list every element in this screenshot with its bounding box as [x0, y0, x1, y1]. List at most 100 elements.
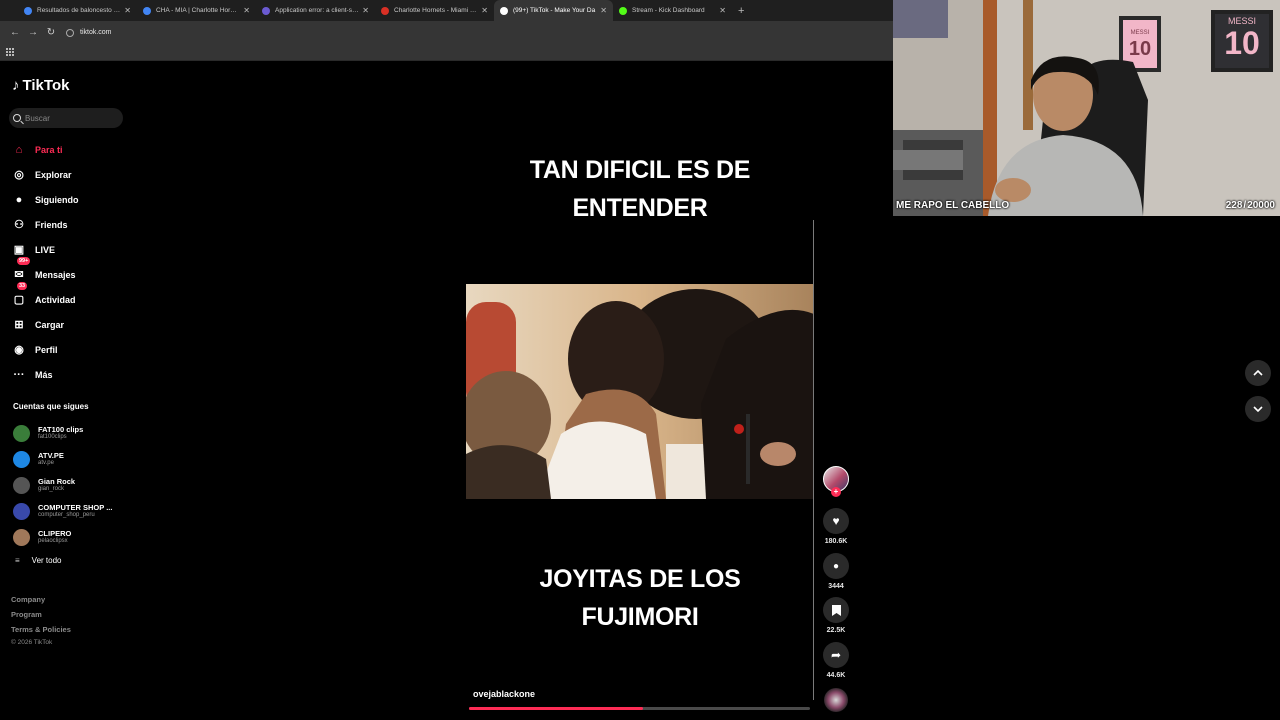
bookmarks-bar — [0, 44, 893, 61]
browser-tab[interactable]: Stream - Kick Dashboard ✕ — [613, 0, 732, 21]
like-button[interactable]: ♥ — [823, 508, 849, 534]
tab-close-icon[interactable]: ✕ — [719, 6, 726, 15]
tab-close-icon[interactable]: ✕ — [600, 6, 607, 15]
footer-company-link[interactable]: Company — [11, 592, 71, 607]
tiktok-logo[interactable]: ♪ TikTok — [12, 77, 69, 94]
account-name: Gian Rock — [38, 477, 76, 486]
goal-separator: / — [1243, 200, 1247, 211]
nav-item[interactable]: ◎ Explorar — [12, 162, 79, 187]
video-player[interactable]: TAN DIFICIL ES DE ENTENDER JOYITAS DE LO… — [466, 150, 814, 720]
heart-icon: ♥ — [832, 514, 840, 528]
tab-close-icon[interactable]: ✕ — [481, 6, 488, 15]
video-frame — [466, 284, 814, 499]
tab-close-icon[interactable]: ✕ — [362, 6, 369, 15]
share-button[interactable]: ➦ — [823, 642, 849, 668]
follow-plus-icon[interactable]: + — [831, 487, 841, 497]
see-all-link[interactable]: ≡ Ver todo — [15, 556, 61, 565]
bookmark-icon — [831, 604, 841, 616]
copyright: © 2026 TikTok — [11, 639, 53, 646]
search-input[interactable] — [25, 113, 115, 123]
apps-grid-icon[interactable] — [6, 48, 14, 56]
video-caption-bottom: JOYITAS DE LOS FUJIMORI — [466, 560, 814, 636]
sound-disc[interactable] — [824, 688, 848, 712]
save-button[interactable] — [823, 597, 849, 623]
video-progress-bar[interactable] — [469, 707, 810, 710]
more-icon: ··· — [13, 368, 25, 381]
stream-title-overlay: ME RAPO EL CABELLO — [896, 200, 1010, 211]
browser-tab[interactable]: Application error: a client-side ✕ — [256, 0, 375, 21]
forward-icon[interactable]: → — [24, 27, 42, 38]
caption-line: ENTENDER — [572, 194, 708, 222]
nav-item[interactable]: ▢ 33 Actividad — [12, 282, 79, 312]
tab-close-icon[interactable]: ✕ — [243, 6, 250, 15]
comment-icon: ● — [832, 560, 840, 572]
caption-line: TAN DIFICIL ES DE — [529, 156, 751, 184]
caption-line: FUJIMORI — [581, 603, 699, 631]
logo-text: TikTok — [22, 77, 70, 94]
footer-program-link[interactable]: Program — [11, 607, 71, 622]
following-account[interactable]: Gian Rock gian_rock — [13, 472, 112, 498]
browser-tab[interactable]: Resultados de baloncesto en vi ✕ — [18, 0, 137, 21]
following-account[interactable]: COMPUTER SHOP ... computer_shop_peru — [13, 498, 112, 524]
list-icon: ≡ — [15, 556, 20, 565]
nav-item-label: Actividad — [35, 294, 76, 305]
account-text: FAT100 clips fat100clips — [38, 425, 83, 441]
like-count: 180.6K — [824, 538, 848, 545]
nav-item[interactable]: ⚇ Friends — [12, 212, 79, 237]
nav-item-label: Cargar — [35, 319, 65, 330]
reload-icon[interactable]: ↻ — [42, 27, 60, 38]
goal-total: 20000 — [1247, 200, 1275, 211]
back-icon[interactable]: ← — [6, 27, 24, 38]
messages-icon: ✉ — [14, 269, 24, 281]
browser-tab[interactable]: Charlotte Hornets - Miami Hea ✕ — [375, 0, 494, 21]
browser-tab[interactable]: CHA - MIA | Charlotte Hornets ✕ — [137, 0, 256, 21]
following-account[interactable]: CLIPERO pelaoclipsx — [13, 524, 112, 550]
webcam-overlay: MESSI 10 MESSI 10 ME RAPO EL CABELLO 228… — [893, 0, 1280, 216]
following-account[interactable]: FAT100 clips fat100clips — [13, 420, 112, 446]
save-action: 22.5K — [822, 597, 850, 634]
main-nav: ⌂ Para ti ◎ Explorar ● Siguiendo ⚇ Friends ▣ LIVE… — [12, 137, 79, 387]
nav-item[interactable]: ⊞ Cargar — [12, 312, 79, 337]
address-bar: ← → ↻ tiktok.com — [0, 21, 893, 44]
tab-title: (99+) TikTok - Make Your Da — [513, 7, 596, 14]
jersey-number-left: 10 — [1128, 38, 1152, 60]
nav-item[interactable]: ··· Más — [12, 362, 79, 387]
jersey-name-left: MESSI — [1130, 30, 1150, 36]
next-video-button[interactable] — [1245, 396, 1271, 422]
comment-button[interactable]: ● — [823, 553, 849, 579]
site-info-icon[interactable] — [66, 28, 74, 37]
account-name: CLIPERO — [38, 529, 72, 538]
following-account[interactable]: ATV.PE atv.pe — [13, 446, 112, 472]
account-name: COMPUTER SHOP ... — [38, 503, 113, 512]
footer-terms-link[interactable]: Terms & Policies — [11, 622, 71, 637]
account-name: ATV.PE — [38, 451, 64, 460]
share-count: 44.6K — [826, 672, 846, 679]
account-handle: computer_shop_peru — [38, 512, 95, 518]
live-icon: ▣ — [13, 244, 25, 256]
browser-tab-bar: Resultados de baloncesto en vi ✕ CHA - MIA… — [0, 0, 893, 21]
nav-item-label: Friends — [35, 219, 68, 230]
tab-favicon-icon — [500, 6, 508, 15]
previous-video-button[interactable] — [1245, 360, 1271, 386]
tab-title: Stream - Kick Dashboard — [632, 7, 705, 14]
account-handle: atv.pe — [38, 460, 54, 466]
url-field[interactable]: tiktok.com — [66, 28, 112, 37]
browser-tab[interactable]: (99+) TikTok - Make Your Da ✕ — [494, 0, 613, 21]
nav-item[interactable]: ◉ Perfil — [12, 337, 79, 362]
jersey-number-right: 10 — [1224, 25, 1260, 61]
account-avatar — [13, 450, 30, 468]
nav-item-label: Para ti — [35, 144, 63, 155]
tab-title: Application error: a client-side — [275, 7, 360, 14]
new-tab-icon[interactable]: + — [738, 5, 744, 17]
tab-favicon-icon — [24, 6, 32, 15]
account-handle: fat100clips — [38, 434, 67, 440]
tab-favicon-icon — [262, 6, 270, 15]
account-avatar — [13, 528, 30, 546]
save-count: 22.5K — [826, 627, 846, 634]
nav-item[interactable]: ● Siguiendo — [12, 187, 79, 212]
tab-close-icon[interactable]: ✕ — [124, 6, 131, 15]
video-author[interactable]: ovejablackone — [473, 689, 535, 699]
nav-item[interactable]: ⌂ Para ti — [12, 137, 79, 162]
tab-title: Charlotte Hornets - Miami Hea — [394, 7, 479, 14]
search-box[interactable] — [9, 108, 123, 128]
